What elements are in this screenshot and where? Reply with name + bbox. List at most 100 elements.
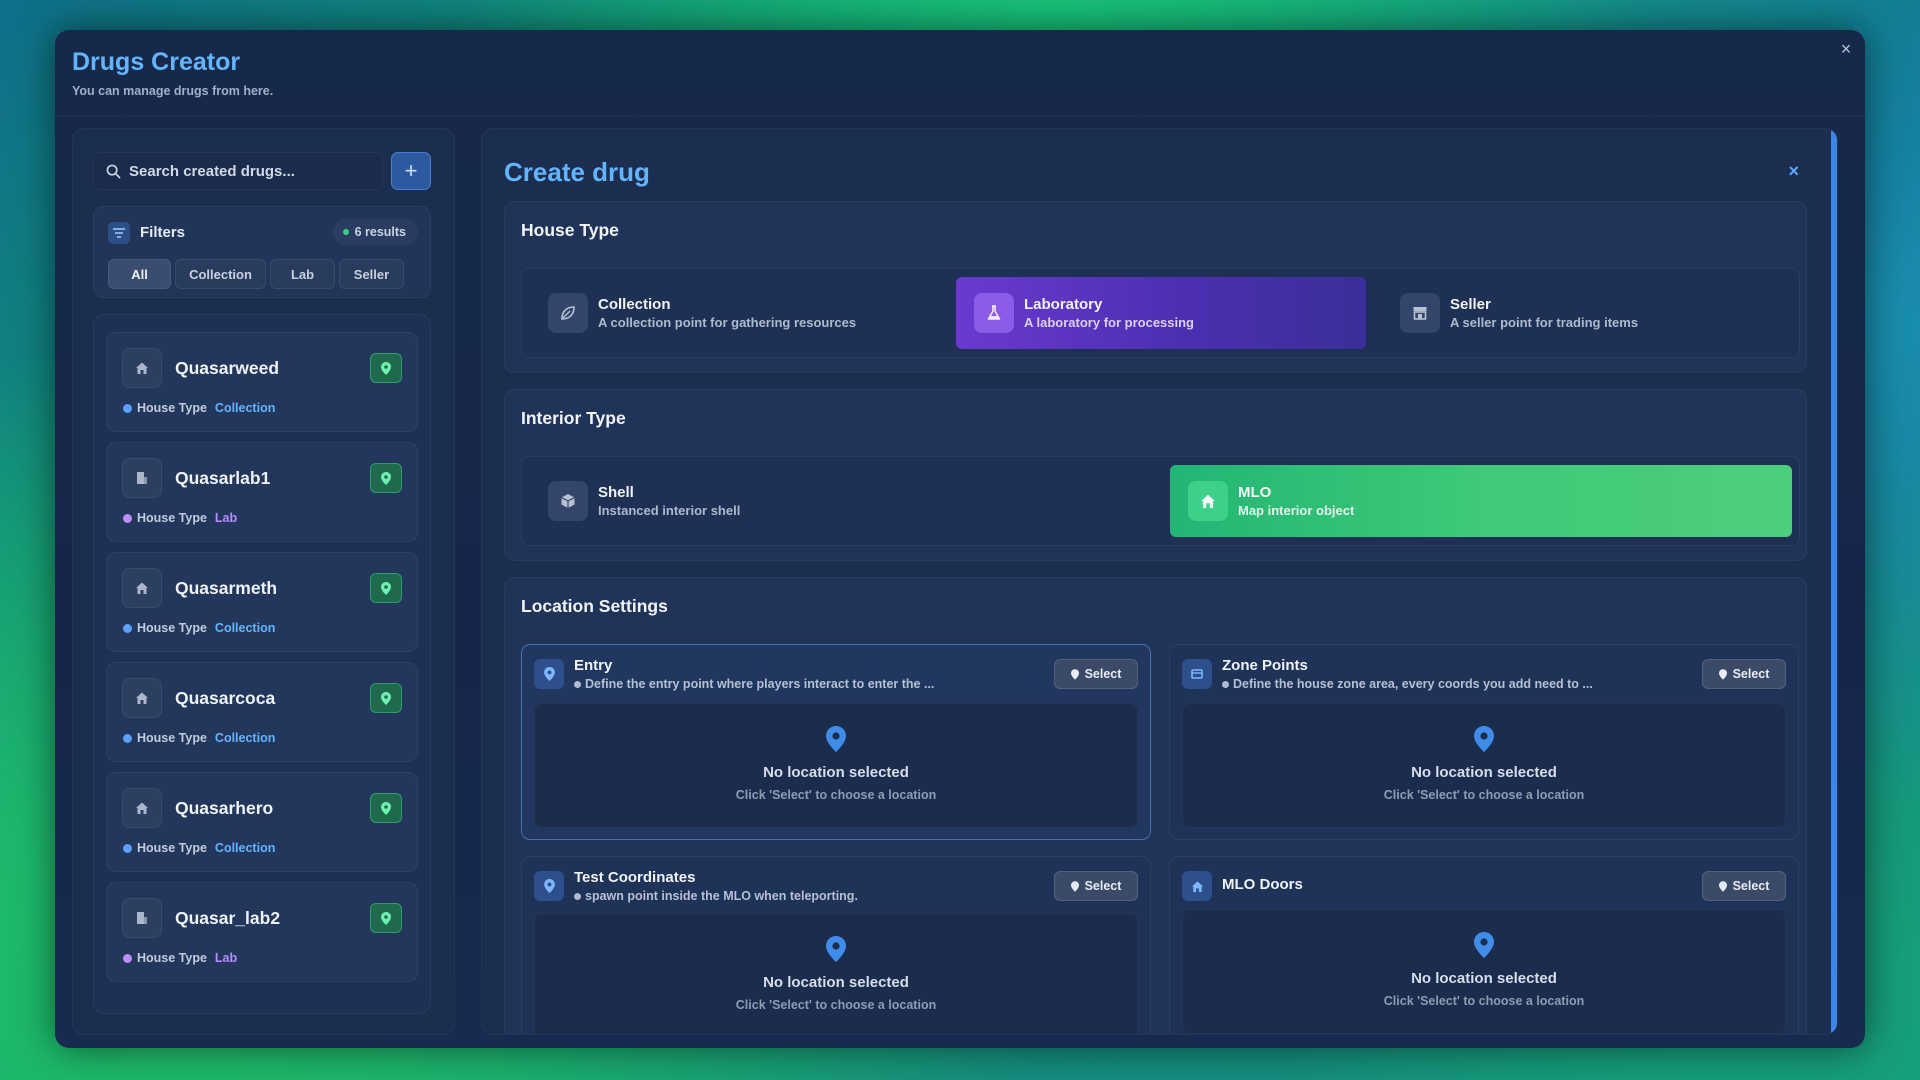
drug-name: Quasar_lab2 xyxy=(175,908,281,928)
filter-tab-lab[interactable]: Lab xyxy=(270,259,335,289)
location-title: Test Coordinates xyxy=(574,869,696,886)
section-title: Interior Type xyxy=(521,408,626,428)
option-title: Laboratory xyxy=(1024,296,1103,313)
select-test-coordinates-button[interactable]: Select xyxy=(1054,871,1138,901)
filter-tab-all[interactable]: All xyxy=(108,259,171,289)
house-type-value: Lab xyxy=(214,511,238,525)
option-desc: A laboratory for processing xyxy=(1024,315,1194,330)
test-coordinates-location-card: Test Coordinates spawn point inside the … xyxy=(521,856,1151,1034)
select-zone-points-button[interactable]: Select xyxy=(1702,659,1786,689)
add-drug-button[interactable]: + xyxy=(391,152,431,190)
filters-label: Filters xyxy=(140,224,186,241)
desc-dot xyxy=(574,892,581,900)
home-icon xyxy=(122,788,162,828)
house-type-label: House Type xyxy=(137,841,207,855)
location-empty-state: No location selected Click 'Select' to c… xyxy=(534,913,1138,1034)
flask-icon xyxy=(974,293,1014,333)
pin-icon xyxy=(534,871,564,901)
location-title: Entry xyxy=(574,657,613,674)
house-type-label: House Type xyxy=(137,731,207,745)
results-dot xyxy=(342,229,349,235)
location-desc-text: Define the house zone area, every coords… xyxy=(1233,677,1593,691)
select-label: Select xyxy=(1084,667,1122,681)
results-badge: 6 results xyxy=(332,219,418,245)
no-location-text: No location selected xyxy=(1411,970,1557,987)
search-icon xyxy=(106,164,121,178)
drug-name: Quasarmeth xyxy=(175,578,278,598)
home-icon xyxy=(122,568,162,608)
results-count: 6 results xyxy=(354,225,406,239)
house-type-options: Collection A collection point for gather… xyxy=(521,268,1800,358)
select-hint-text: Click 'Select' to choose a location xyxy=(1383,788,1585,802)
home-icon xyxy=(1188,481,1228,521)
filter-tab-collection[interactable]: Collection xyxy=(175,259,266,289)
drug-list: Quasarweed House Type Collection Quasarl… xyxy=(93,314,431,1014)
interior-type-shell-option[interactable]: Shell Instanced interior shell xyxy=(530,465,1150,537)
select-hint-text: Click 'Select' to choose a location xyxy=(735,998,937,1012)
select-entry-button[interactable]: Select xyxy=(1054,659,1138,689)
house-type-label: House Type xyxy=(137,621,207,635)
location-desc: spawn point inside the MLO when teleport… xyxy=(574,889,858,903)
select-label: Select xyxy=(1084,879,1122,893)
select-hint-text: Click 'Select' to choose a location xyxy=(1383,994,1585,1008)
drug-name: Quasarcoca xyxy=(175,688,276,708)
drug-house-type: House Type Collection xyxy=(123,731,275,745)
section-title: House Type xyxy=(521,220,619,240)
type-dot-icon xyxy=(123,513,132,523)
select-hint-text: Click 'Select' to choose a location xyxy=(735,788,937,802)
location-settings-section: Location Settings Entry Define the entry… xyxy=(504,577,1807,1034)
select-mlo-doors-button[interactable]: Select xyxy=(1702,871,1786,901)
home-icon xyxy=(1182,871,1212,901)
drug-card[interactable]: Quasarhero House Type Collection xyxy=(106,772,418,872)
location-pin-button[interactable] xyxy=(370,683,402,713)
panel-close-button[interactable]: × xyxy=(1788,161,1799,182)
no-location-text: No location selected xyxy=(763,974,909,991)
location-pin-icon xyxy=(826,936,846,962)
location-pin-button[interactable] xyxy=(370,573,402,603)
house-type-laboratory-option[interactable]: Laboratory A laboratory for processing xyxy=(956,277,1366,349)
type-dot-icon xyxy=(123,953,132,963)
type-dot-icon xyxy=(123,843,132,853)
drug-house-type: House Type Lab xyxy=(123,951,237,965)
interior-type-mlo-option[interactable]: MLO Map interior object xyxy=(1170,465,1792,537)
location-pin-button[interactable] xyxy=(370,793,402,823)
drug-house-type: House Type Collection xyxy=(123,841,275,855)
drug-name: Quasarweed xyxy=(175,358,280,378)
pin-icon xyxy=(534,659,564,689)
drug-card[interactable]: Quasarmeth House Type Collection xyxy=(106,552,418,652)
location-pin-button[interactable] xyxy=(370,903,402,933)
pin-icon xyxy=(1718,880,1727,892)
drug-card[interactable]: Quasarlab1 House Type Lab xyxy=(106,442,418,542)
no-location-text: No location selected xyxy=(763,764,909,781)
location-title: MLO Doors xyxy=(1222,876,1303,893)
leaf-icon xyxy=(548,293,588,333)
option-title: Collection xyxy=(598,296,671,313)
location-title: Zone Points xyxy=(1222,657,1308,674)
location-pin-button[interactable] xyxy=(370,353,402,383)
drug-card[interactable]: Quasarcoca House Type Collection xyxy=(106,662,418,762)
drug-house-type: House Type Collection xyxy=(123,621,275,635)
panel-scrollbar[interactable] xyxy=(1831,129,1837,1034)
house-type-value: Collection xyxy=(214,621,276,635)
search-box[interactable] xyxy=(93,152,383,190)
house-type-seller-option[interactable]: Seller A seller point for trading items xyxy=(1382,277,1792,349)
type-dot-icon xyxy=(123,403,132,413)
location-desc: Define the house zone area, every coords… xyxy=(1222,677,1593,691)
drug-card[interactable]: Quasarweed House Type Collection xyxy=(106,332,418,432)
house-type-collection-option[interactable]: Collection A collection point for gather… xyxy=(530,277,945,349)
location-pin-button[interactable] xyxy=(370,463,402,493)
window-close-button[interactable]: × xyxy=(1835,38,1857,60)
house-type-value: Collection xyxy=(214,401,276,415)
section-title: Location Settings xyxy=(521,596,668,616)
mlo-doors-location-card: MLO Doors Select No location selected Cl… xyxy=(1169,856,1799,1034)
filter-tab-seller[interactable]: Seller xyxy=(339,259,404,289)
location-empty-state: No location selected Click 'Select' to c… xyxy=(534,703,1138,828)
drug-card[interactable]: Quasar_lab2 House Type Lab xyxy=(106,882,418,982)
search-input[interactable] xyxy=(129,162,369,180)
filters-panel: Filters 6 results All Collection Lab Sel… xyxy=(93,206,431,298)
pin-icon xyxy=(1070,668,1079,680)
cube-icon xyxy=(548,481,588,521)
option-desc: A collection point for gathering resourc… xyxy=(598,315,857,330)
type-dot-icon xyxy=(123,733,132,743)
location-pin-icon xyxy=(1474,932,1494,958)
